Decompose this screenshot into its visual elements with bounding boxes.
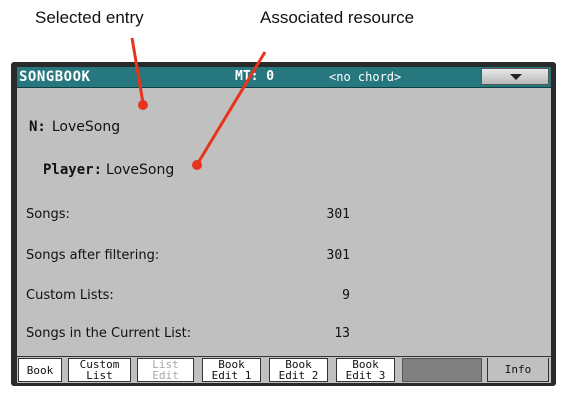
callout-dot-resource xyxy=(192,160,202,170)
callout-dot-selected xyxy=(138,100,148,110)
callout-line-resource xyxy=(196,51,267,164)
callout-arrows xyxy=(130,37,267,170)
callout-line-selected xyxy=(130,37,145,104)
